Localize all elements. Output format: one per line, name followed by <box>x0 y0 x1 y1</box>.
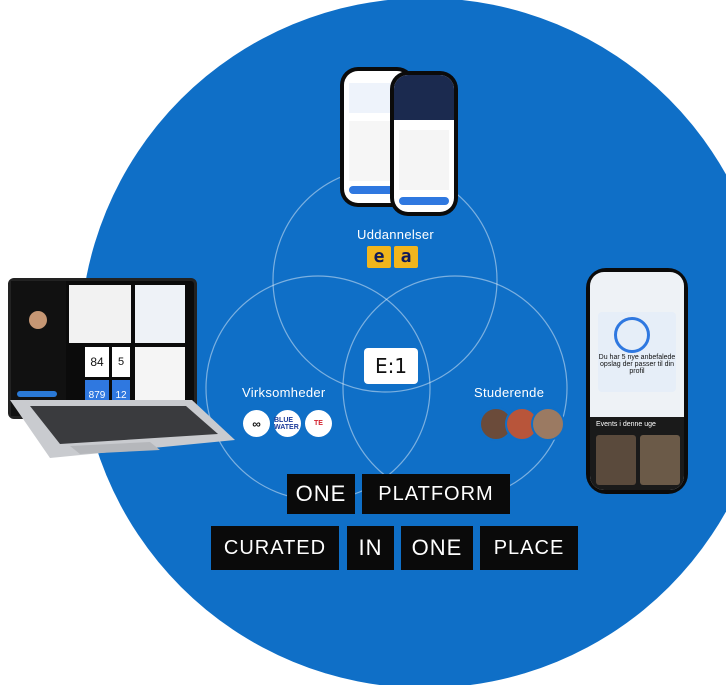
label-studerende: Studerende <box>474 385 545 400</box>
tag-platform: PLATFORM <box>362 474 510 514</box>
tag-one-2: ONE <box>401 526 473 570</box>
company-logo-2: BLUE WATER <box>274 410 301 437</box>
stat-box: 5 <box>112 347 130 377</box>
phone-top-front <box>390 71 458 216</box>
ea-logo-a: a <box>394 246 418 268</box>
company-logos: ∞ BLUE WATER TE <box>243 410 332 437</box>
laptop-panel <box>69 285 131 343</box>
phone-button <box>399 197 449 205</box>
tag-place: PLACE <box>480 526 578 570</box>
illustration: Uddannelser e a E:1 Virksomheder ∞ BLUE … <box>0 0 726 685</box>
student-avatars <box>479 407 565 441</box>
event-card <box>596 435 636 485</box>
phone-screen: Du har 5 nye anbefalede opslag der passe… <box>590 272 684 490</box>
label-virksomheder: Virksomheder <box>242 385 326 400</box>
avatar <box>29 311 47 329</box>
tag-one: ONE <box>287 474 355 514</box>
target-icon <box>614 317 650 353</box>
event-card <box>640 435 680 485</box>
events-section: Events i denne uge <box>590 417 684 490</box>
sidebar-button <box>17 391 57 397</box>
laptop-panel <box>135 285 185 343</box>
laptop-keyboard <box>10 400 235 458</box>
ea-logo: e a <box>367 246 419 268</box>
tag-in: IN <box>347 526 394 570</box>
company-logo-3: TE <box>305 410 332 437</box>
label-uddannelser: Uddannelser <box>357 227 435 242</box>
phone-text-block <box>399 130 449 190</box>
events-title: Events i denne uge <box>596 421 656 428</box>
phone-hero-image <box>394 75 454 120</box>
stat-box: 84 <box>85 347 109 377</box>
center-logo: E:1 <box>364 348 418 384</box>
avatar <box>531 407 565 441</box>
laptop-screen: 84 5 879 12 <box>8 278 197 419</box>
tag-curated: CURATED <box>211 526 339 570</box>
laptop-sidebar <box>11 281 66 416</box>
ea-logo-e: e <box>367 246 391 268</box>
phone-right: Du har 5 nye anbefalede opslag der passe… <box>586 268 688 494</box>
phone-screen <box>394 75 454 212</box>
phone-heading: Du har 5 nye anbefalede opslag der passe… <box>598 354 676 375</box>
company-logo-1: ∞ <box>243 410 270 437</box>
